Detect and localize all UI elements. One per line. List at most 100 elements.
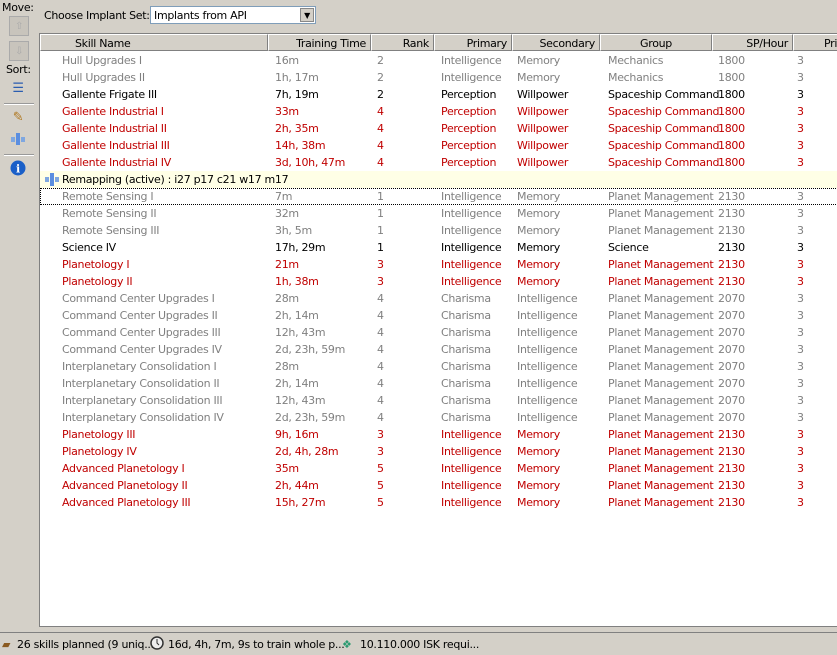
cell-secondary: Memory [517,71,560,84]
column-header-sp-hour[interactable]: SP/Hour [712,34,793,51]
skill-row[interactable]: Science IV 17h, 29m 1 Intelligence Memory Sci… [40,239,837,256]
info-icon[interactable]: i [9,159,27,177]
skill-row[interactable]: Gallente Industrial II 2h, 35m 4 Perception… [40,120,837,137]
skill-row[interactable]: Remote Sensing I 7m 1 Intelligence Memory Pla… [40,188,837,205]
skill-row[interactable]: Advanced Planetology III 15h, 27m 5 Intelli… [40,494,837,511]
cell-sp-hour: 1800 [718,139,745,152]
cell-sp-hour: 1800 [718,88,745,101]
cell-priority: 3 [797,156,804,169]
cell-secondary: Intelligence [517,292,578,305]
skill-row[interactable]: Hull Upgrades I 16m 2 Intelligence Memory Mec… [40,52,837,69]
cell-sp-hour: 2130 [718,224,745,237]
cell-priority: 3 [797,105,804,118]
cell-secondary: Memory [517,207,560,220]
cell-group: Planet Management [608,258,714,271]
skill-plan-list[interactable]: Skill Name Training Time Rank Primary Second… [39,33,837,627]
skill-row[interactable]: Gallente Frigate III 7h, 19m 2 Perception Wi… [40,86,837,103]
skill-row[interactable]: Planetology III 9h, 16m 3 Intelligence Memor… [40,426,837,443]
cell-primary: Perception [441,156,497,169]
column-header-skill-name[interactable]: Skill Name [40,34,268,51]
cell-primary: Intelligence [441,71,502,84]
skill-row[interactable]: Planetology I 21m 3 Intelligence Memory Plane… [40,256,837,273]
chevron-down-icon[interactable]: ▼ [300,8,314,22]
column-header-secondary[interactable]: Secondary [512,34,600,51]
cell-secondary: Intelligence [517,309,578,322]
cell-sp-hour: 2130 [718,275,745,288]
cell-rank: 4 [377,156,384,169]
cell-secondary: Intelligence [517,394,578,407]
cell-skill-name: Advanced Planetology II [62,479,188,492]
cell-primary: Intelligence [441,275,502,288]
cell-training-time: 7h, 19m [275,88,319,101]
cell-rank: 4 [377,394,384,407]
column-header-rank[interactable]: Rank [371,34,434,51]
move-up-icon[interactable]: ⇧ [9,16,29,36]
skill-row[interactable]: Gallente Industrial I 33m 4 Perception Willp… [40,103,837,120]
move-down-icon[interactable]: ⇩ [9,41,29,61]
cell-group: Mechanics [608,54,664,67]
cell-priority: 3 [797,275,804,288]
skill-row[interactable]: Remote Sensing II 32m 1 Intelligence Memory P… [40,205,837,222]
cell-priority: 3 [797,292,804,305]
cell-skill-name: Remote Sensing I [62,190,154,203]
column-header-group[interactable]: Group [600,34,712,51]
cell-training-time: 15h, 27m [275,496,326,509]
remapping-row[interactable]: Remapping (active) : i27 p17 c21 w17 m17 [40,171,837,188]
skill-row[interactable]: Gallente Industrial IV 3d, 10h, 47m 4 Perce… [40,154,837,171]
cell-training-time: 2d, 23h, 59m [275,343,346,356]
sort-list-icon[interactable]: ☰ [9,79,27,97]
implant-set-select[interactable]: Implants from API ▼ [150,6,316,24]
skill-row[interactable]: Planetology II 1h, 38m 3 Intelligence Memory… [40,273,837,290]
skill-row[interactable]: Advanced Planetology I 35m 5 Intelligence Me… [40,460,837,477]
cell-training-time: 12h, 43m [275,326,326,339]
cell-sp-hour: 2070 [718,377,745,390]
cell-skill-name: Gallente Industrial III [62,139,170,152]
column-header-training-time[interactable]: Training Time [268,34,371,51]
implant-icon[interactable]: ✎ [9,108,27,126]
column-header-primary[interactable]: Primary [434,34,512,51]
skill-row[interactable]: Hull Upgrades II 1h, 17m 2 Intelligence Memo… [40,69,837,86]
cell-rank: 4 [377,122,384,135]
skill-row[interactable]: Planetology IV 2d, 4h, 28m 3 Intelligence Me… [40,443,837,460]
remap-icon[interactable] [9,130,27,148]
cell-group: Planet Management [608,496,714,509]
cell-priority: 3 [797,462,804,475]
skill-row[interactable]: Remote Sensing III 3h, 5m 1 Intelligence Mem… [40,222,837,239]
cell-sp-hour: 1800 [718,54,745,67]
skill-row[interactable]: Gallente Industrial III 14h, 38m 4 Percepti… [40,137,837,154]
skill-row[interactable]: Interplanetary Consolidation IV 2d, 23h, … [40,409,837,426]
cell-priority: 3 [797,411,804,424]
skill-row[interactable]: Command Center Upgrades II 2h, 14m 4 Charis… [40,307,837,324]
skill-row[interactable]: Command Center Upgrades I 28m 4 Charisma Int… [40,290,837,307]
cell-skill-name: Command Center Upgrades III [62,326,221,339]
sort-label: Sort: [6,63,31,76]
cell-group: Planet Management [608,275,714,288]
skill-row[interactable]: Command Center Upgrades III 12h, 43m 4 Char… [40,324,837,341]
cell-rank: 4 [377,309,384,322]
skill-row[interactable]: Interplanetary Consolidation III 12h, 43m… [40,392,837,409]
training-time-text: 16d, 4h, 7m, 9s to train whole p... [168,638,345,651]
cell-skill-name: Command Center Upgrades II [62,309,218,322]
remapping-text: Remapping (active) : i27 p17 c21 w17 m17 [62,173,289,186]
cell-primary: Charisma [441,377,491,390]
skill-row[interactable]: Advanced Planetology II 2h, 44m 5 Intellige… [40,477,837,494]
skill-row[interactable]: Interplanetary Consolidation II 2h, 14m 4 C… [40,375,837,392]
cell-primary: Perception [441,105,497,118]
cell-secondary: Intelligence [517,377,578,390]
cell-secondary: Memory [517,241,560,254]
skill-row[interactable]: Interplanetary Consolidation I 28m 4 Charis… [40,358,837,375]
skill-row[interactable]: Command Center Upgrades IV 2d, 23h, 59m 4 C… [40,341,837,358]
column-header-priority[interactable]: Pri [793,34,837,51]
cell-secondary: Willpower [517,105,569,118]
cell-group: Spaceship Command [608,122,720,135]
cell-primary: Charisma [441,394,491,407]
cell-rank: 4 [377,360,384,373]
cell-training-time: 33m [275,105,299,118]
cell-skill-name: Gallente Industrial II [62,122,167,135]
cell-secondary: Memory [517,479,560,492]
svg-text:i: i [16,163,20,176]
cell-training-time: 2h, 14m [275,377,319,390]
cell-sp-hour: 2070 [718,326,745,339]
move-label: Move: [2,1,34,14]
cell-group: Planet Management [608,309,714,322]
